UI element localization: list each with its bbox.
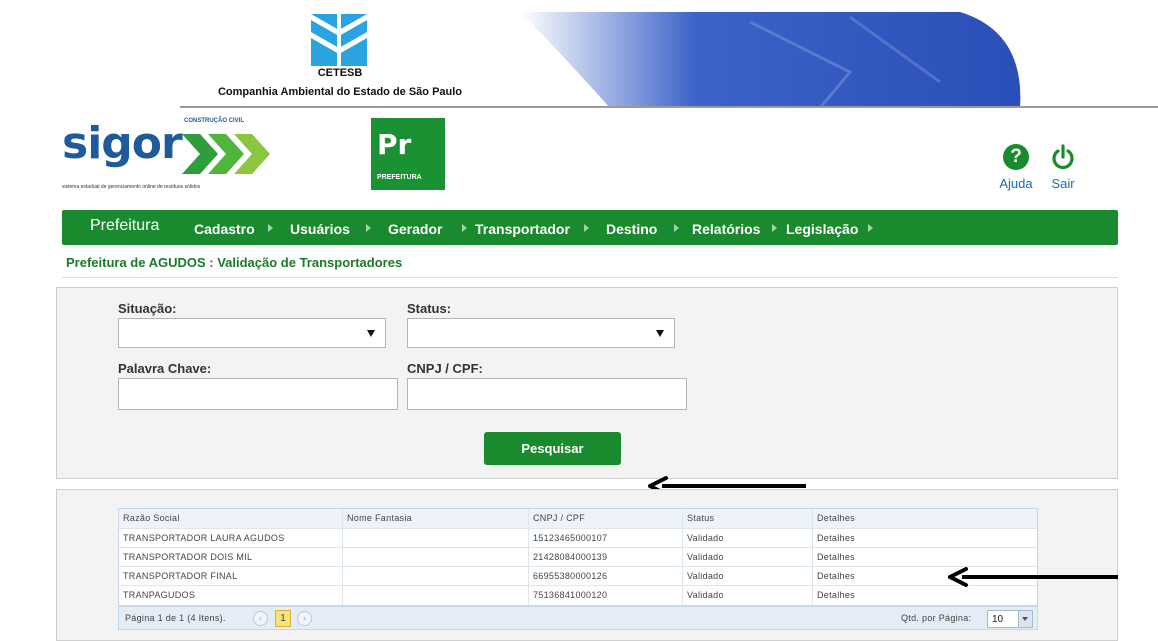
heading-divider — [62, 277, 1118, 278]
sigor-logo-superscript: CONSTRUÇÃO CIVIL — [184, 118, 244, 124]
cnpj-input[interactable] — [407, 378, 687, 410]
pager: Página 1 de 1 (4 Itens). ‹ 1 › Qtd. por … — [118, 606, 1038, 630]
nav-arrow-icon — [268, 224, 273, 232]
cnpj-cell: 21428084000139 — [529, 548, 683, 566]
status-cell: Validado — [683, 567, 813, 585]
dropdown-caret-icon — [656, 330, 664, 337]
nav-arrow-icon — [366, 224, 371, 232]
razao-social-cell: TRANSPORTADOR LAURA AGUDOS — [119, 529, 343, 547]
banner-divider — [180, 106, 1158, 108]
nav-home[interactable]: Prefeitura — [90, 217, 159, 235]
search-button[interactable]: Pesquisar — [484, 432, 621, 465]
sigor-tagline: sistema estadual de gerenciamento online… — [62, 184, 201, 190]
razao-social-cell: TRANSPORTADOR DOIS MIL — [119, 548, 343, 566]
keyword-label: Palavra Chave: — [118, 361, 212, 376]
nav-item-legislacao[interactable]: Legislação — [786, 221, 858, 237]
exit-button[interactable]: Sair — [1046, 144, 1080, 191]
keyword-input[interactable] — [118, 378, 398, 410]
page: CETESB Companhia Ambiental do Estado de … — [0, 0, 1158, 641]
help-button[interactable]: ? Ajuda — [996, 144, 1036, 191]
nome-fantasia-cell — [343, 548, 529, 566]
profile-badge-letters: Pr — [377, 128, 412, 161]
nav-item-gerador[interactable]: Gerador — [388, 221, 442, 237]
help-label: Ajuda — [999, 176, 1033, 191]
dropdown-caret-icon — [367, 330, 375, 337]
situacao-label: Situação: — [118, 301, 177, 316]
results-panel: Razão Social Nome Fantasia CNPJ / CPF St… — [56, 489, 1118, 641]
cetesb-logo — [311, 14, 367, 66]
prev-page-icon[interactable]: ‹ — [253, 611, 268, 626]
per-page-select[interactable]: 10 — [987, 610, 1033, 628]
table-row: TRANSPORTADOR FINAL 66955380000126 Valid… — [119, 567, 1037, 586]
cnpj-cell: 15123465000107 — [529, 529, 683, 547]
page-title: Prefeitura de AGUDOS : Validação de Tran… — [66, 255, 403, 270]
nav-item-usuarios[interactable]: Usuários — [290, 221, 350, 237]
details-link[interactable]: Detalhes — [813, 529, 1037, 547]
nav-item-destino[interactable]: Destino — [606, 221, 657, 237]
power-icon — [1052, 144, 1074, 170]
profile-badge-label: PREFEITURA — [377, 174, 422, 181]
status-cell: Validado — [683, 548, 813, 566]
nav-arrow-icon — [772, 224, 777, 232]
status-select[interactable] — [407, 318, 675, 348]
results-table: Razão Social Nome Fantasia CNPJ / CPF St… — [118, 508, 1038, 606]
cnpj-cell: 75136841000120 — [529, 586, 683, 605]
sigor-chevrons-icon — [182, 134, 270, 174]
per-page-label: Qtd. por Página: — [901, 613, 972, 623]
annotation-arrow-icon — [948, 567, 1118, 587]
nome-fantasia-cell — [343, 529, 529, 547]
sigor-logo-word: sigor — [62, 118, 183, 169]
nome-fantasia-cell — [343, 586, 529, 605]
nav-item-cadastro[interactable]: Cadastro — [194, 221, 255, 237]
nav-arrow-icon — [674, 224, 679, 232]
column-header[interactable]: Detalhes — [813, 509, 1037, 528]
nav-arrow-icon — [584, 224, 589, 232]
details-link[interactable]: Detalhes — [813, 548, 1037, 566]
nav-item-relatorios[interactable]: Relatórios — [692, 221, 760, 237]
chevron-down-icon[interactable] — [1018, 611, 1032, 627]
cnpj-label: CNPJ / CPF: — [407, 361, 483, 376]
nav-arrow-icon — [868, 224, 873, 232]
column-header[interactable]: Status — [683, 509, 813, 528]
exit-label: Sair — [1051, 176, 1075, 191]
cetesb-banner: CETESB Companhia Ambiental do Estado de … — [0, 0, 1158, 108]
column-header[interactable]: CNPJ / CPF — [529, 509, 683, 528]
table-row: TRANSPORTADOR DOIS MIL 21428084000139 Va… — [119, 548, 1037, 567]
per-page-value: 10 — [992, 614, 1004, 625]
status-cell: Validado — [683, 529, 813, 547]
status-label: Status: — [407, 301, 452, 316]
details-link[interactable]: Detalhes — [813, 586, 1037, 605]
razao-social-cell: TRANSPORTADOR FINAL — [119, 567, 343, 585]
page-number-current[interactable]: 1 — [275, 610, 291, 627]
razao-social-cell: TRANPAGUDOS — [119, 586, 343, 605]
nav-arrow-icon — [462, 224, 467, 232]
nav-item-transportador[interactable]: Transportador — [475, 221, 570, 237]
filter-panel: Situação: Status: Palavra Chave: CNPJ / … — [56, 287, 1118, 479]
banner-swoosh — [520, 12, 1021, 108]
situacao-select[interactable] — [118, 318, 386, 348]
next-page-icon[interactable]: › — [297, 611, 312, 626]
help-icon: ? — [1003, 144, 1029, 170]
column-header[interactable]: Nome Fantasia — [343, 509, 529, 528]
status-cell: Validado — [683, 586, 813, 605]
cnpj-cell: 66955380000126 — [529, 567, 683, 585]
cetesb-fullname: Companhia Ambiental do Estado de São Pau… — [217, 86, 463, 98]
table-row: TRANPAGUDOS 75136841000120 Validado Deta… — [119, 586, 1037, 605]
nome-fantasia-cell — [343, 567, 529, 585]
table-row: TRANSPORTADOR LAURA AGUDOS 1512346500010… — [119, 529, 1037, 548]
table-header-row: Razão Social Nome Fantasia CNPJ / CPF St… — [119, 509, 1037, 529]
profile-badge: Pr PREFEITURA — [371, 118, 445, 190]
cetesb-name: CETESB — [317, 67, 363, 79]
sigor-logo: sigor CONSTRUÇÃO CIVIL sistema estadual … — [62, 118, 282, 198]
column-header[interactable]: Razão Social — [119, 509, 343, 528]
main-nav: Prefeitura Cadastro Usuários Gerador Tra… — [62, 210, 1118, 245]
pager-summary: Página 1 de 1 (4 Itens). — [125, 613, 226, 623]
